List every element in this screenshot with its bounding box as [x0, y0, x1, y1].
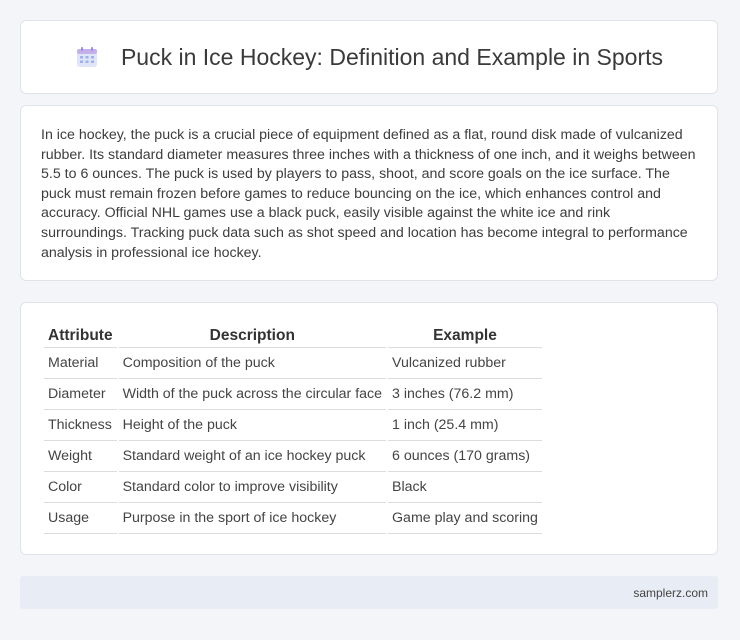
cell-description: Standard color to improve visibility — [118, 472, 387, 503]
cell-description: Height of the puck — [118, 410, 387, 441]
cell-example: 6 ounces (170 grams) — [388, 441, 542, 472]
cell-example: 1 inch (25.4 mm) — [388, 410, 542, 441]
table-row: Diameter Width of the puck across the ci… — [44, 379, 542, 410]
column-header-attribute: Attribute — [44, 325, 117, 348]
cell-example: 3 inches (76.2 mm) — [388, 379, 542, 410]
cell-example: Vulcanized rubber — [388, 348, 542, 379]
table-row: Usage Purpose in the sport of ice hockey… — [44, 503, 542, 534]
cell-attribute: Material — [44, 348, 117, 379]
column-header-description: Description — [118, 325, 387, 348]
intro-card: In ice hockey, the puck is a crucial pie… — [20, 105, 718, 281]
cell-attribute: Weight — [44, 441, 117, 472]
attributes-table-card: Attribute Description Example Material C… — [20, 302, 718, 555]
cell-description: Composition of the puck — [118, 348, 387, 379]
table-row: Color Standard color to improve visibili… — [44, 472, 542, 503]
cell-attribute: Usage — [44, 503, 117, 534]
table-row: Weight Standard weight of an ice hockey … — [44, 441, 542, 472]
cell-example: Black — [388, 472, 542, 503]
table-row: Material Composition of the puck Vulcani… — [44, 348, 542, 379]
calendar-icon — [75, 45, 99, 69]
intro-paragraph: In ice hockey, the puck is a crucial pie… — [41, 127, 696, 261]
cell-description: Standard weight of an ice hockey puck — [118, 441, 387, 472]
footer-site-link[interactable]: samplerz.com — [633, 586, 708, 600]
table-row: Thickness Height of the puck 1 inch (25.… — [44, 410, 542, 441]
column-header-example: Example — [388, 325, 542, 348]
title-card: Puck in Ice Hockey: Definition and Examp… — [20, 20, 718, 94]
page-title: Puck in Ice Hockey: Definition and Examp… — [120, 43, 664, 70]
cell-attribute: Diameter — [44, 379, 117, 410]
cell-attribute: Thickness — [44, 410, 117, 441]
table-header-row: Attribute Description Example — [44, 325, 542, 348]
cell-example: Game play and scoring — [388, 503, 542, 534]
cell-attribute: Color — [44, 472, 117, 503]
footer-bar: samplerz.com — [20, 576, 718, 609]
cell-description: Width of the puck across the circular fa… — [118, 379, 387, 410]
cell-description: Purpose in the sport of ice hockey — [118, 503, 387, 534]
attributes-table: Attribute Description Example Material C… — [42, 325, 544, 534]
